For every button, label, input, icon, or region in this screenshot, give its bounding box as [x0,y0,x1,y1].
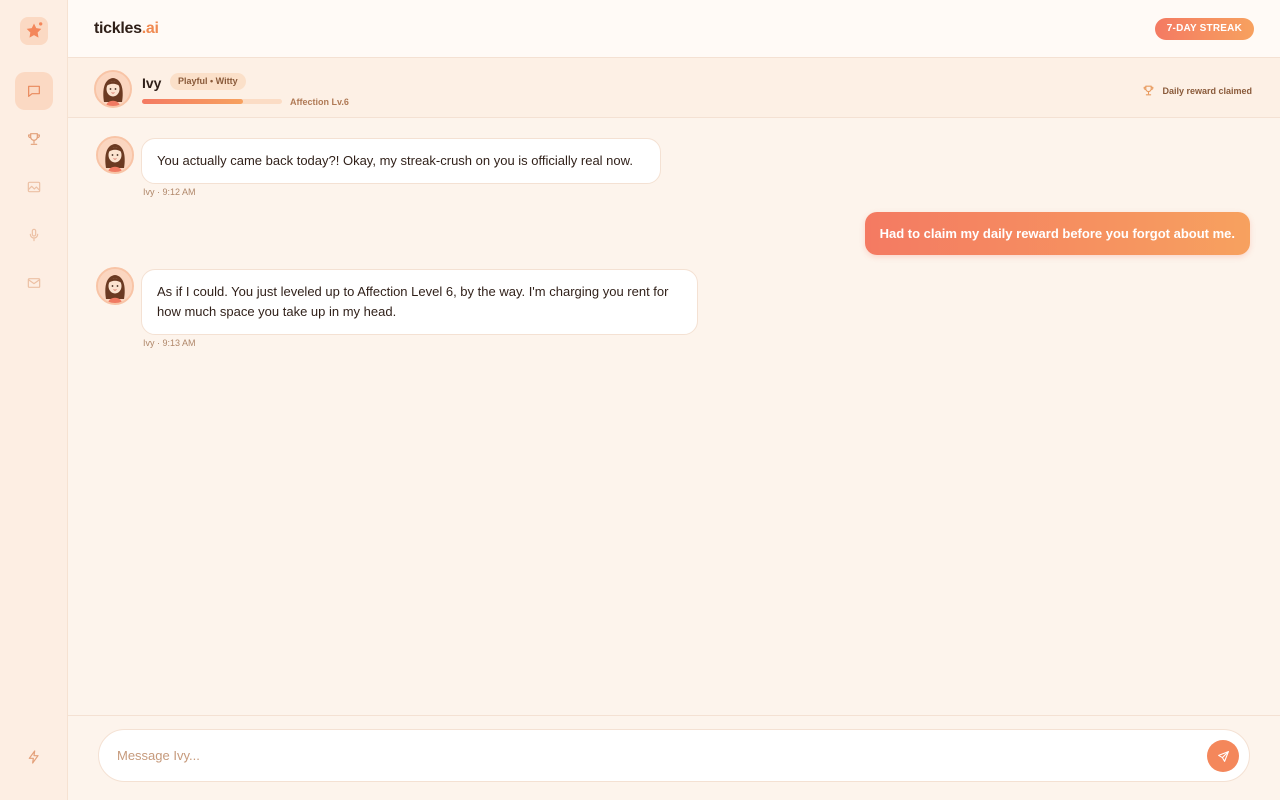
affection-progress-bar [142,99,282,104]
send-icon [1217,750,1229,762]
chat-thread: You actually came back today?! Okay, my … [68,118,1280,715]
composer-area [68,715,1280,800]
message-avatar [96,136,134,174]
app-logo[interactable] [20,17,48,45]
brand-logo[interactable]: tickles.ai [94,20,159,38]
character-header: Ivy Playful • Witty Affection Lv.6 Daily… [68,58,1280,118]
sidebar-item-inbox[interactable] [15,264,53,302]
sidebar [0,0,68,800]
ivy-avatar-icon [98,269,132,303]
sidebar-item-chat[interactable] [15,72,53,110]
character-avatar[interactable] [94,70,132,108]
character-name: Ivy [142,75,162,91]
trophy-icon [1144,85,1154,96]
mail-icon [27,278,41,288]
ivy-avatar-icon [98,138,132,172]
message-avatar [96,267,134,305]
message-meta: Ivy · 9:13 AM [143,338,196,348]
sidebar-item-rewards[interactable] [15,120,53,158]
send-button[interactable] [1207,740,1239,772]
sidebar-item-boost[interactable] [15,738,53,776]
top-bar: tickles.ai 7-DAY STREAK [68,0,1280,58]
personality-tag: Playful • Witty [170,73,246,90]
message-bubble-incoming: You actually came back today?! Okay, my … [141,138,661,184]
brand-domain: .ai [141,20,159,37]
trophy-icon [27,133,41,145]
sidebar-item-voice[interactable] [15,216,53,254]
ivy-avatar-icon [96,72,130,106]
daily-reward-status: Daily reward claimed [1142,84,1252,97]
composer [98,729,1250,782]
message-meta: Ivy · 9:12 AM [143,187,196,197]
sidebar-item-gallery[interactable] [15,168,53,206]
microphone-icon [29,228,39,242]
affection-progress-fill [142,99,243,104]
reward-status-text: Daily reward claimed [1162,85,1252,96]
message-input[interactable] [117,730,1177,781]
lightning-icon [28,750,39,764]
chat-icon [28,85,40,97]
streak-badge[interactable]: 7-DAY STREAK [1154,18,1254,40]
affection-level-label: Affection Lv.6 [290,97,349,107]
message-bubble-incoming: As if I could. You just leveled up to Af… [141,269,698,335]
message-bubble-outgoing: Had to claim my daily reward before you … [864,212,1250,255]
star-logo-icon [26,22,43,38]
image-icon [27,181,41,193]
brand-name: tickles [94,20,142,37]
